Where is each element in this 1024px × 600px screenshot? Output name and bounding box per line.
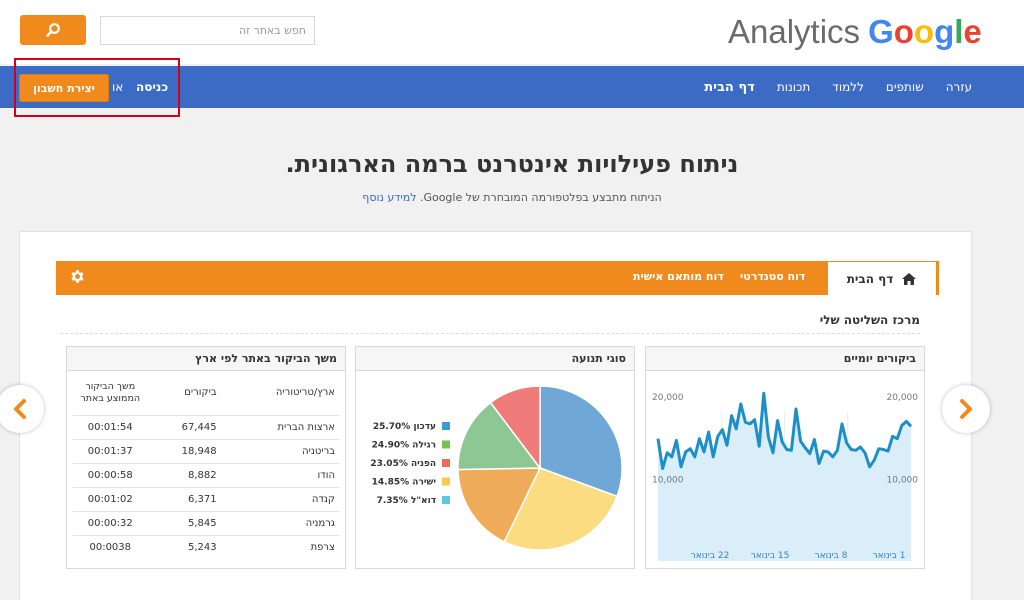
cell-country: גרמניה: [216, 510, 339, 535]
cell-country: קנדה: [216, 486, 339, 511]
legend-swatch: [442, 440, 450, 449]
tab-home-label: דף הבית: [846, 271, 894, 286]
tab-custom-report[interactable]: דוח מותאם אישית: [633, 270, 724, 283]
y-tick-label: 10,000: [652, 475, 684, 485]
search-icon: [46, 23, 60, 37]
home-icon: [902, 272, 917, 285]
table-row: גרמניה 5,845 00:00:32: [73, 510, 339, 535]
table-row: הודו 8,882 00:00:58: [73, 462, 339, 487]
highlight-box: [14, 58, 180, 117]
learn-more-link[interactable]: למידע נוסף: [362, 191, 416, 204]
dashboard-title: מרכז השליטה שלי: [819, 313, 920, 327]
cell-country: צרפת: [216, 534, 339, 559]
cell-country: ארצות הברית: [216, 414, 339, 439]
cell-visits: 6,371: [147, 486, 217, 511]
legend-swatch: [442, 477, 450, 486]
nav-item-home[interactable]: דף הבית: [704, 80, 755, 95]
logo-analytics-text: Analytics: [728, 13, 861, 50]
chevron-right-icon: [960, 399, 972, 419]
legend-label: 14.85% ישירה: [372, 478, 437, 488]
gear-icon: [71, 270, 84, 283]
x-tick-label: 8 בינואר: [815, 551, 848, 561]
cell-visits: 8,882: [147, 462, 217, 487]
traffic-types-chart: 25.70% עדכון 24.90% רגילה 23.05% הפניה 14.8…: [370, 385, 623, 551]
table-row: בריטניה 18,948 00:01:37: [73, 438, 339, 463]
nav-item-help[interactable]: עזרה: [946, 80, 972, 94]
cell-visits: 18,948: [147, 438, 217, 463]
report-tab-bar: [56, 261, 939, 295]
chevron-left-icon: [14, 399, 26, 419]
search-input[interactable]: [100, 16, 315, 45]
x-tick-label: 15 בינואר: [751, 551, 790, 561]
col-country: ארץ/טריטוריה: [275, 387, 335, 399]
country-duration-title: משך הביקור באתר לפי ארץ: [67, 347, 345, 371]
x-tick-label: 22 בינואר: [691, 551, 730, 561]
table-row: ארצות הברית 67,445 00:01:54: [73, 414, 339, 439]
col-avg-duration: משך הביקור הממוצע באתר: [80, 380, 141, 404]
cell-duration: 00:01:37: [73, 438, 148, 463]
cell-duration: 00:00:32: [73, 510, 148, 535]
legend-label: 25.70% עדכון: [373, 422, 436, 432]
logo-letter: g: [934, 13, 955, 50]
tab-standard-report[interactable]: דוח סטנדרטי: [740, 270, 805, 283]
cell-visits: 67,445: [147, 414, 217, 439]
col-visits: ביקורים: [184, 387, 217, 399]
logo-google-text: Google: [868, 12, 982, 52]
legend-label: 24.90% רגילה: [372, 441, 436, 451]
y-tick-label: 10,000: [887, 475, 919, 485]
subtitle-text: הניתוח מתבצע בפלטפורמה המובחרת של Google…: [419, 191, 662, 204]
cell-country: הודו: [216, 462, 339, 487]
search-button[interactable]: [20, 15, 86, 45]
daily-visits-chart: 20,000 20,000 10,000 10,000 1 בינואר 8 בינואר…: [652, 391, 919, 561]
cell-visits: 5,243: [147, 534, 217, 559]
divider: [60, 333, 920, 334]
logo-letter: o: [913, 13, 935, 50]
logo-letter: e: [963, 13, 982, 50]
x-tick-label: 1 בינואר: [873, 551, 906, 561]
legend-swatch: [442, 496, 450, 504]
top-bar: Analytics Google: [0, 0, 1024, 64]
carousel-next-button[interactable]: [942, 385, 990, 433]
traffic-types-panel: סוגי תנועה 25.70% עדכון 24.90% רגילה 23.05…: [355, 346, 635, 569]
cell-country: בריטניה: [216, 438, 339, 463]
tab-home[interactable]: דף הבית: [827, 261, 937, 295]
nav-item-features[interactable]: תכונות: [777, 80, 810, 94]
y-tick-label: 20,000: [887, 393, 919, 403]
page-title: ניתוח פעילויות אינטרנט ברמה הארגונית.: [285, 150, 739, 178]
legend-swatch: [442, 459, 450, 467]
country-duration-panel: משך הביקור באתר לפי ארץ ארץ/טריטוריה ביק…: [66, 346, 346, 569]
country-table-body: ארצות הברית 67,445 00:01:54 בריטניה 18,948 00…: [73, 414, 339, 559]
cell-duration: 00:01:54: [73, 414, 148, 439]
legend-swatch: [442, 422, 450, 430]
nav-item-partners[interactable]: שותפים: [886, 80, 924, 94]
cell-duration: 00:01:02: [73, 486, 148, 511]
page-subtitle: הניתוח מתבצע בפלטפורמה המובחרת של Google…: [0, 191, 1024, 204]
legend-label: 7.35% דוא"ל: [377, 496, 436, 506]
daily-visits-panel: ביקורים יומיים 20,000 20,000 10,000 10,000 1…: [645, 346, 925, 569]
cell-duration: 00:00:58: [73, 462, 148, 487]
legend-label: 23.05% הפניה: [370, 459, 436, 469]
nav-items: דף הבית תכונות ללמוד שותפים עזרה: [704, 66, 972, 108]
google-analytics-logo[interactable]: Analytics Google: [728, 12, 982, 52]
table-row: צרפת 5,243 00:0038: [73, 534, 339, 559]
cell-visits: 5,845: [147, 510, 217, 535]
table-row: קנדה 6,371 00:01:02: [73, 486, 339, 511]
logo-letter: o: [893, 13, 914, 50]
y-tick-label: 20,000: [652, 393, 684, 403]
daily-visits-title: ביקורים יומיים: [646, 347, 924, 371]
nav-item-learn[interactable]: ללמוד: [832, 80, 864, 94]
country-table-wrap: ארץ/טריטוריה ביקורים משך הביקור הממוצע ב…: [67, 371, 345, 559]
country-table: ארץ/טריטוריה ביקורים משך הביקור הממוצע ב…: [73, 371, 339, 559]
settings-button[interactable]: [69, 268, 86, 289]
cell-duration: 00:0038: [73, 534, 148, 559]
traffic-types-title: סוגי תנועה: [356, 347, 634, 371]
logo-letter: G: [868, 13, 894, 50]
